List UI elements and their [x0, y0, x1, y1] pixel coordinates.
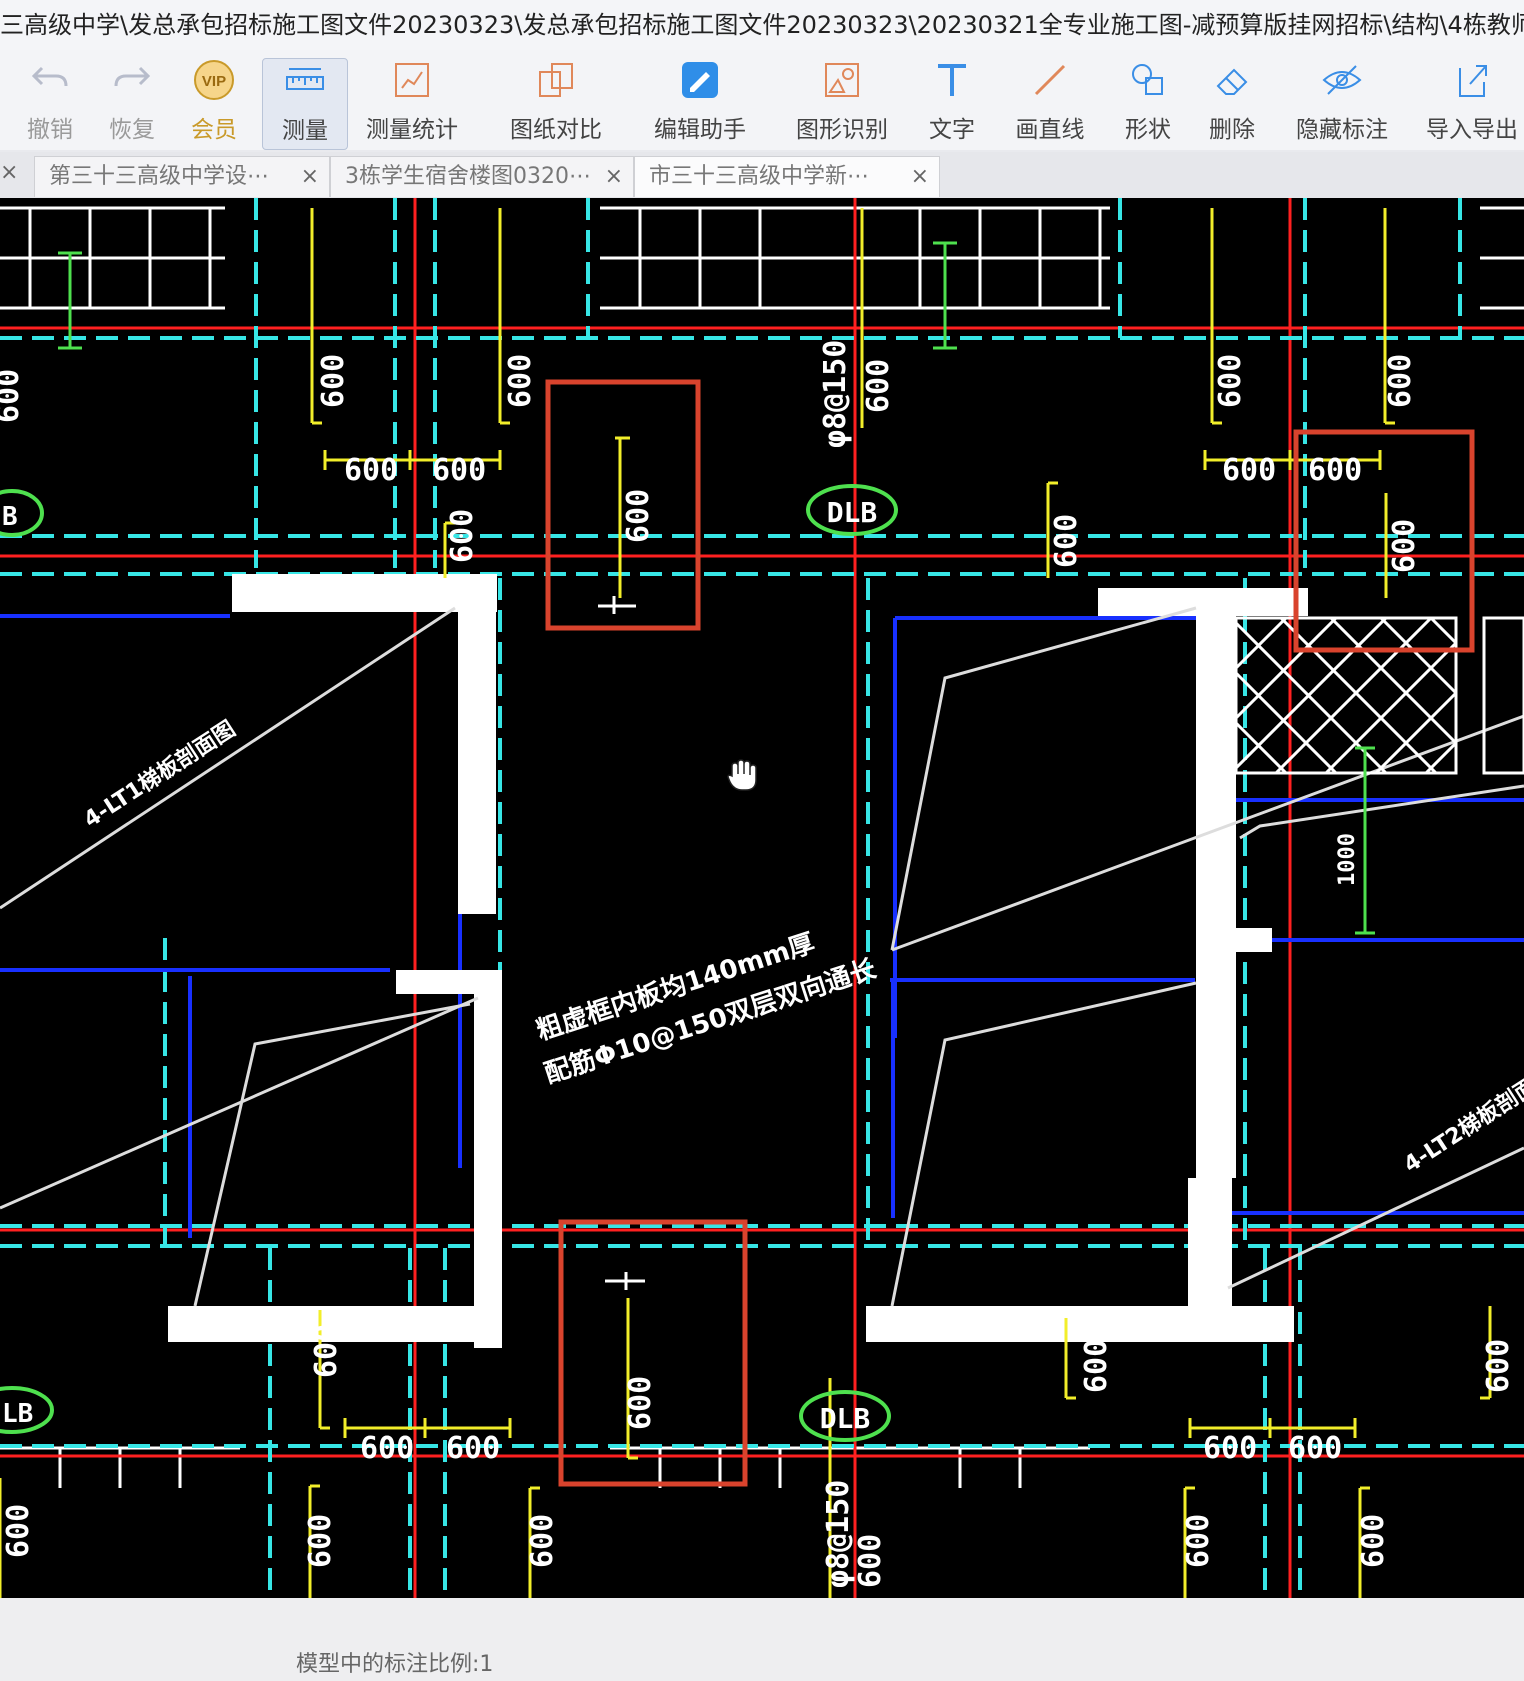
dim-label: 600 — [446, 1431, 500, 1466]
dim-label: 600 — [1383, 354, 1418, 408]
text-button[interactable]: 文字 — [924, 58, 980, 148]
dim-label: 600 — [0, 369, 26, 423]
document-tabs: × 第三十三高级中学设⋯ × 3栋学生宿舍楼图0320⋯ × 市三十三高级中学新⋯ × — [0, 152, 1524, 198]
cad-drawing: 600 600 600 600 600 600 φ8@150 600 600 6… — [0, 198, 1524, 1598]
rebar-label: φ8@150 — [818, 340, 853, 448]
shape-recognition-button[interactable]: 图形识别 — [794, 58, 890, 148]
line-icon — [1034, 64, 1066, 96]
dim-label: 600 — [1222, 453, 1276, 488]
dim-label: 600 — [1079, 1339, 1114, 1393]
tab-close-left[interactable]: × — [0, 160, 18, 185]
dim-label: 600 — [1203, 1431, 1257, 1466]
dim-label: 600 — [303, 1514, 338, 1568]
drawing-canvas[interactable]: 600 600 600 600 600 600 φ8@150 600 600 6… — [0, 198, 1524, 1598]
shape-recognition-icon — [825, 63, 859, 97]
dim-label: 600 — [309, 1324, 344, 1378]
rebar-label: φ8@150 — [821, 1480, 856, 1588]
compare-button[interactable]: 图纸对比 — [508, 58, 604, 148]
hide-annotations-button[interactable]: 隐藏标注 — [1292, 58, 1392, 148]
dim-label: 600 — [1049, 514, 1084, 568]
tab-document-1[interactable]: 第三十三高级中学设⋯ × — [34, 156, 330, 197]
title-bar: 三高级中学\发总承包招标施工图文件20230323\发总承包招标施工图文件202… — [0, 0, 1524, 50]
status-bar: 模型中的标注比例:1 — [0, 1598, 1524, 1681]
dim-label: 600 — [1213, 354, 1248, 408]
dim-label: 600 — [344, 453, 398, 488]
tab-close-icon[interactable]: × — [301, 157, 319, 197]
measure-button[interactable]: 测量 — [262, 58, 348, 150]
redo-icon — [114, 66, 151, 87]
partial-tag: LB — [2, 1399, 33, 1429]
hatched-area — [1234, 616, 1524, 775]
delete-button[interactable]: 删除 — [1204, 58, 1260, 148]
dim-label: 600 — [1288, 1431, 1342, 1466]
edit-assistant-button[interactable]: 编辑助手 — [648, 58, 752, 148]
ruler-icon — [286, 68, 324, 90]
partial-tag: B — [2, 502, 18, 532]
undo-button[interactable]: 撤销 — [22, 58, 78, 148]
eraser-icon — [1216, 68, 1248, 95]
dim-label: 600 — [853, 1534, 888, 1588]
import-export-button[interactable]: 导入导出 — [1424, 58, 1520, 148]
vip-badge-text: VIP — [202, 73, 226, 90]
dlb-tag: DLB — [827, 496, 878, 529]
redo-button[interactable]: 恢复 — [104, 58, 160, 148]
dim-label: 600 — [1, 1504, 36, 1558]
window-title: 三高级中学\发总承包招标施工图文件20230323\发总承包招标施工图文件202… — [0, 11, 1524, 39]
edit-assistant-icon — [682, 62, 718, 98]
dim-label: 600 — [360, 1431, 414, 1466]
tab-document-2[interactable]: 3栋学生宿舍楼图0320⋯ × — [330, 156, 634, 197]
slab-notes: 粗虚框内板均140mm厚 配筋Φ10@150双层双向通长 4-LT1梯板剖面图 … — [79, 716, 1524, 1178]
dim-label: 1000 — [1335, 833, 1360, 886]
measure-stats-button[interactable]: 测量统计 — [364, 58, 460, 148]
compare-icon — [539, 63, 573, 97]
hand-cursor-icon — [727, 759, 757, 791]
dlb-tag: DLB — [820, 1402, 871, 1435]
toolbar: 撤销 恢复 VIP 会员 测量 测量统计 图纸对比 编辑助手 图形识别 文字 画… — [0, 50, 1524, 150]
shape-button[interactable]: 形状 — [1120, 58, 1176, 148]
dim-label: 600 — [503, 354, 538, 408]
dim-label: 600 — [1387, 519, 1422, 573]
dim-label: 600 — [1356, 1514, 1391, 1568]
dim-label: 600 — [1308, 453, 1362, 488]
dim-label: 600 — [621, 489, 656, 543]
shape-icon — [1132, 64, 1163, 95]
export-icon — [1459, 65, 1487, 97]
undo-icon — [31, 66, 68, 87]
dim-label: 600 — [1481, 1339, 1516, 1393]
dim-label: 600 — [623, 1376, 658, 1430]
section-label-right: 4-LT2梯板剖面图 — [1399, 1061, 1524, 1178]
tab-close-icon[interactable]: × — [605, 157, 623, 197]
draw-line-button[interactable]: 画直线 — [1012, 58, 1088, 148]
tab-close-icon[interactable]: × — [911, 157, 929, 197]
top-grid-pattern — [0, 206, 1524, 1488]
section-label-left: 4-LT1梯板剖面图 — [79, 716, 240, 833]
text-icon — [938, 64, 966, 96]
dim-label: 600 — [525, 1514, 560, 1568]
dim-label: 600 — [1181, 1514, 1216, 1568]
chart-icon — [395, 63, 429, 97]
tab-document-3[interactable]: 市三十三高级中学新⋯ × — [634, 156, 940, 197]
hide-eye-icon — [1322, 65, 1362, 95]
cyan-dashed-lines — [0, 198, 1524, 1598]
dim-label: 600 — [445, 509, 480, 563]
dim-label: 600 — [432, 453, 486, 488]
dim-label: 600 — [316, 354, 351, 408]
dim-label: 600 — [861, 359, 896, 413]
annotation-scale-text: 模型中的标注比例:1 — [296, 1652, 494, 1677]
break-symbols — [598, 596, 645, 1290]
vip-button[interactable]: VIP 会员 — [186, 58, 242, 148]
vip-icon: VIP — [194, 60, 234, 100]
